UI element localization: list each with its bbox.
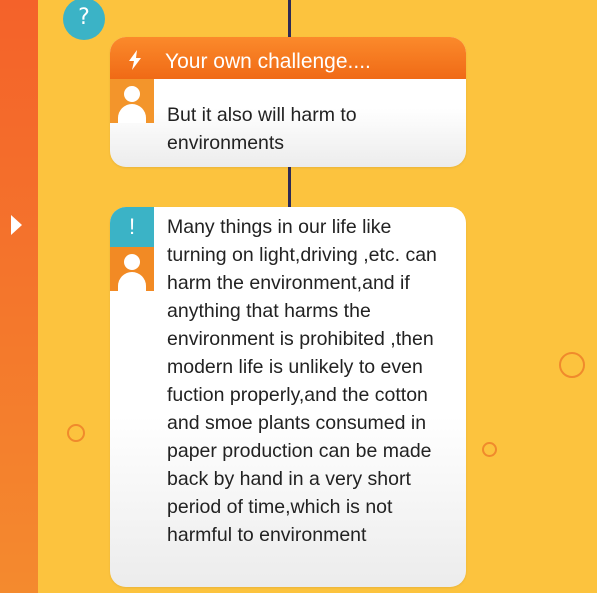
challenge-card: Your own challenge.... But it also will … <box>110 37 466 167</box>
timeline-line <box>288 167 291 207</box>
decorative-circle <box>67 424 85 442</box>
bolt-icon <box>129 50 141 70</box>
left-sidebar <box>0 0 38 593</box>
card-header-title: Your own challenge.... <box>165 50 371 73</box>
timeline-line <box>288 0 291 38</box>
decorative-circle <box>559 352 585 378</box>
user-avatar-icon <box>110 79 154 123</box>
user-avatar-icon <box>110 247 154 291</box>
decorative-circle <box>482 442 497 457</box>
exclamation-icon: ! <box>110 207 154 247</box>
argument-text: Many things in our life like turning on … <box>167 216 437 546</box>
challenge-text: But it also will harm to environments <box>167 104 357 154</box>
argument-card: ! Many things in our life like turning o… <box>110 207 466 587</box>
question-icon[interactable]: ? <box>63 0 105 40</box>
card-header: Your own challenge.... <box>110 37 466 79</box>
expand-arrow-icon[interactable] <box>11 215 22 235</box>
